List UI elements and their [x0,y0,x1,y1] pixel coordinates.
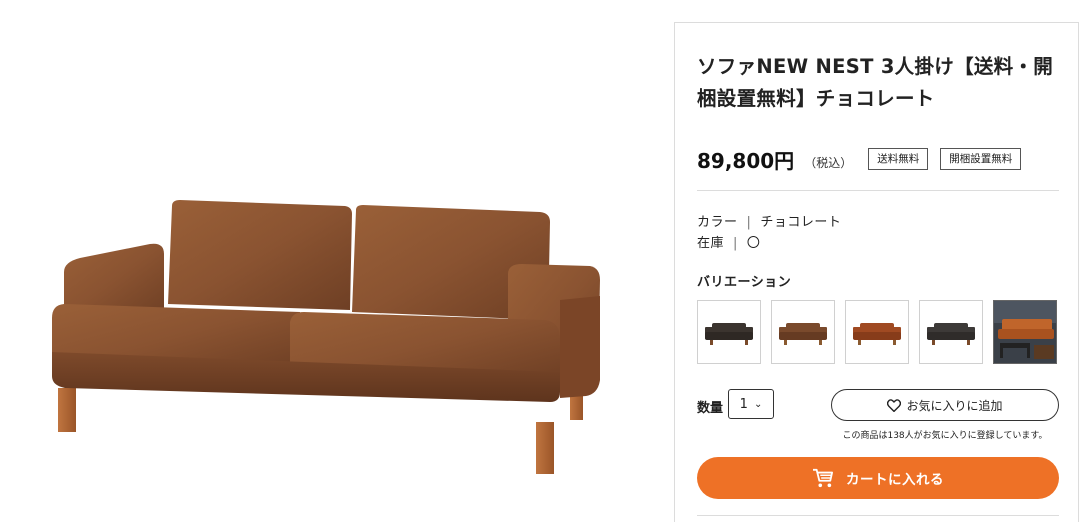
color-value: チョコレート [760,215,842,230]
stock-value: 〇 [746,236,761,251]
variation-thumb-room-photo[interactable] [993,300,1057,364]
price: 89,800円 [697,148,795,173]
color-label: カラー [697,215,738,230]
tag-free-installation: 開梱設置無料 [940,148,1022,170]
favorite-count-note: この商品は138人がお気に入りに登録しています。 [842,431,1048,441]
tag-free-shipping: 送料無料 [868,148,929,170]
chevron-down-icon: ⌄ [753,398,763,410]
variation-thumb-dark-brown[interactable] [697,300,761,364]
favorite-button-label: お気に入りに追加 [906,398,1003,413]
variation-label: バリエーション [697,275,792,290]
quantity-value: 1 [739,396,748,412]
product-detail-panel: ソファNEW NEST 3人掛け【送料・開梱設置無料】チョコレート 89,800… [674,22,1079,522]
color-attribute: カラー | チョコレート [697,215,842,230]
quantity-label: 数量 [697,401,724,416]
variation-thumb-charcoal[interactable] [919,300,983,364]
tax-note: （税込） [804,155,853,170]
cart-icon [813,468,833,488]
price-row: 89,800円 （税込） 送料無料 開梱設置無料 [697,141,1022,177]
stock-attribute: 在庫 | 〇 [697,236,761,251]
heart-icon [887,398,902,412]
variation-list [697,300,1057,364]
product-image [52,200,600,474]
add-to-favorites-button[interactable]: お気に入りに追加 [831,389,1059,421]
stock-label: 在庫 [697,236,725,251]
cart-button-label: カートに入れる [846,472,944,488]
variation-thumb-chocolate[interactable] [771,300,835,364]
bottom-divider [697,515,1059,516]
product-image-area [0,0,674,518]
variation-thumb-camel[interactable] [845,300,909,364]
product-title: ソファNEW NEST 3人掛け【送料・開梱設置無料】チョコレート [697,55,1054,110]
quantity-select[interactable]: 1 ⌄ [728,389,774,419]
add-to-cart-button[interactable]: カートに入れる [697,457,1059,499]
divider [697,190,1059,191]
